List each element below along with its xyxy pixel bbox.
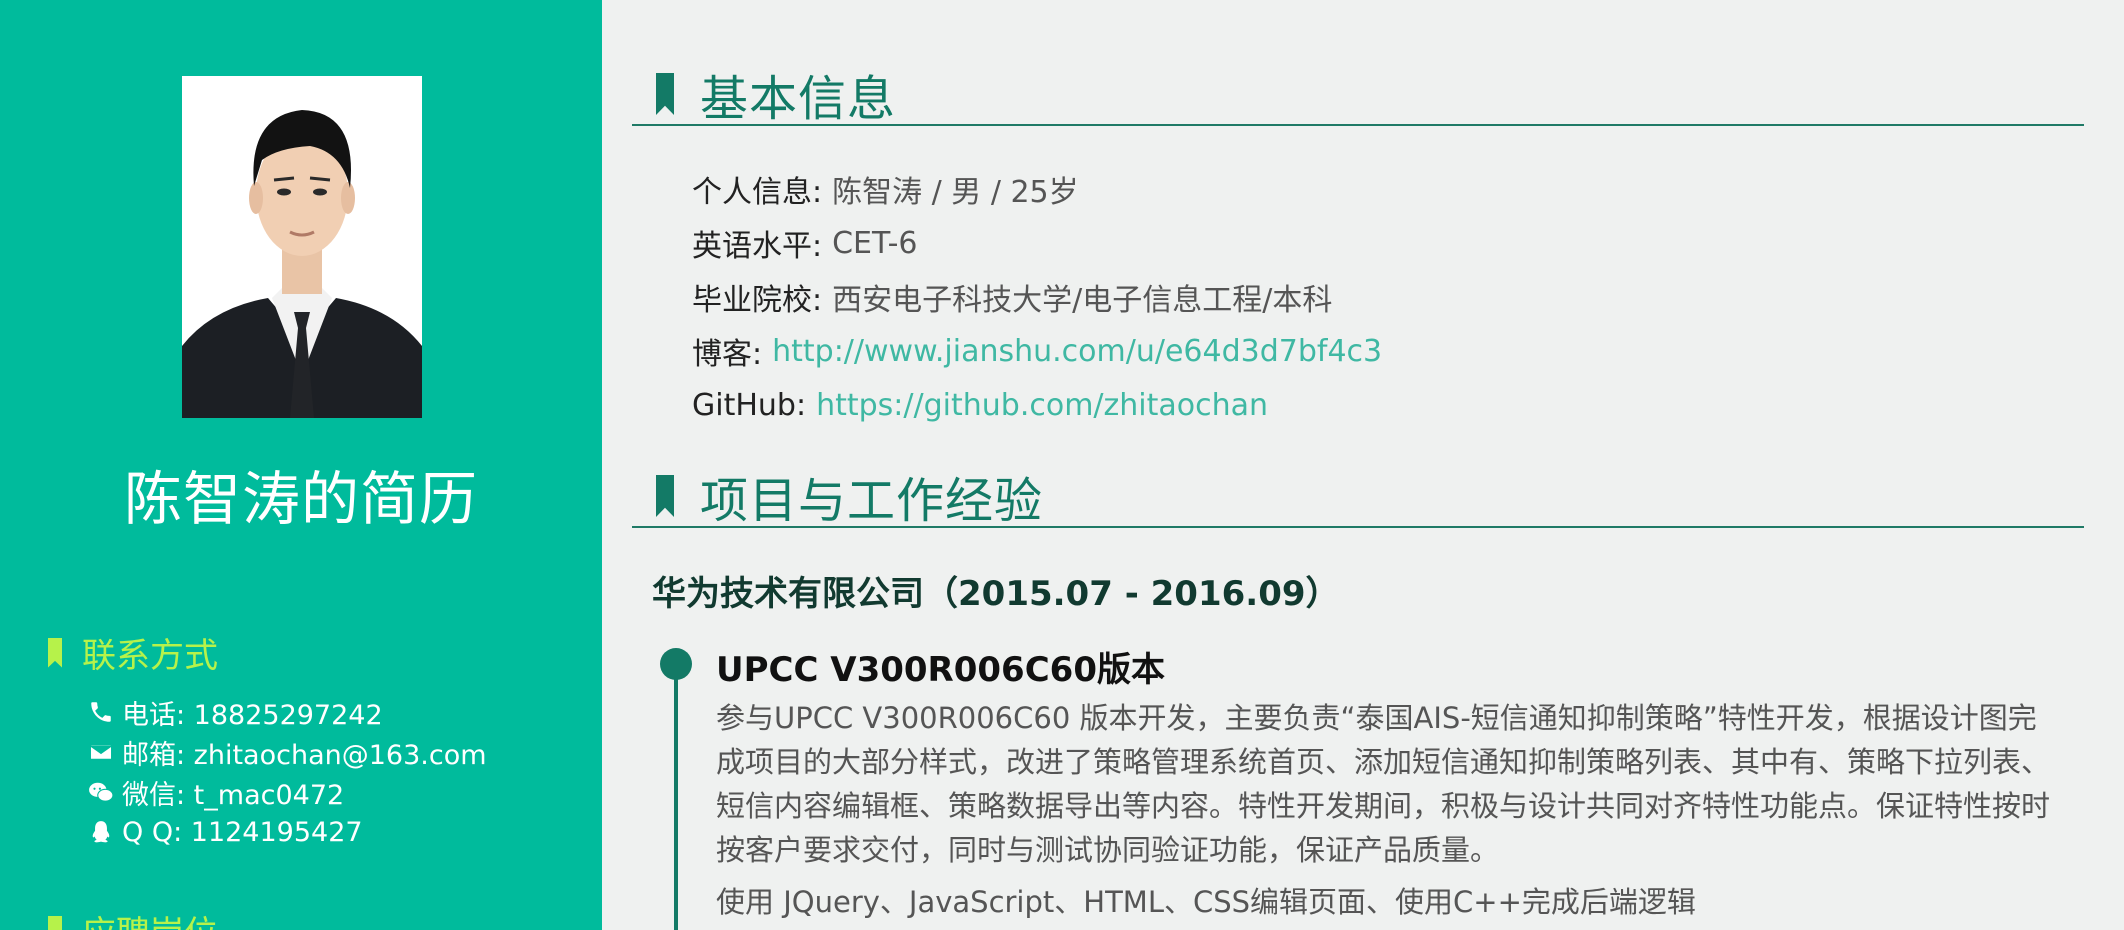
company-heading: 华为技术有限公司（2015.07 - 2016.09） bbox=[652, 574, 1340, 614]
timeline-dot bbox=[660, 648, 692, 680]
contact-wechat-text: 微信: t_mac0472 bbox=[122, 779, 345, 811]
resume-owner-name: 陈智涛的简历 bbox=[123, 465, 478, 533]
info-row-blog: 博客: http://www.jianshu.com/u/e64d3d7bf4c… bbox=[692, 324, 1382, 378]
bookmark-icon bbox=[656, 475, 674, 517]
info-row-english: 英语水平: CET-6 bbox=[692, 216, 1382, 270]
contact-phone-text: 电话: 18825297242 bbox=[122, 699, 383, 731]
info-row-school: 毕业院校: 西安电子科技大学/电子信息工程/本科 bbox=[692, 270, 1382, 324]
contact-qq-text: Q Q: 1124195427 bbox=[122, 816, 363, 848]
profile-photo bbox=[182, 76, 422, 418]
info-label: 博客: bbox=[692, 337, 763, 372]
main-content: 基本信息 个人信息: 陈智涛 / 男 / 25岁 英语水平: CET-6 毕业院… bbox=[602, 0, 2124, 930]
project-tech-stack: 使用 JQuery、JavaScript、HTML、CSS编辑页面、使用C++完… bbox=[716, 885, 1696, 919]
info-row-github: GitHub: https://github.com/zhitaochan bbox=[692, 378, 1382, 432]
project-title: UPCC V300R006C60版本 bbox=[716, 650, 1165, 690]
info-row-personal: 个人信息: 陈智涛 / 男 / 25岁 bbox=[692, 162, 1382, 216]
envelope-icon bbox=[86, 738, 116, 766]
experience-section-title: 项目与工作经验 bbox=[632, 466, 2084, 529]
contact-phone: 电话: 18825297242 bbox=[86, 692, 487, 732]
bookmark-icon bbox=[656, 73, 674, 115]
info-label: 英语水平: bbox=[692, 229, 823, 264]
basic-info-list: 个人信息: 陈智涛 / 男 / 25岁 英语水平: CET-6 毕业院校: 西安… bbox=[692, 162, 1382, 432]
wechat-icon bbox=[86, 778, 116, 806]
info-label: 个人信息: bbox=[692, 175, 823, 210]
blog-link[interactable]: http://www.jianshu.com/u/e64d3d7bf4c3 bbox=[772, 334, 1382, 369]
sidebar: 陈智涛的简历 联系方式 电话: 18825297242 邮箱: zhitaoch… bbox=[0, 0, 602, 930]
info-value: 西安电子科技大学/电子信息工程/本科 bbox=[832, 283, 1333, 318]
position-heading-label: 应聘岗位 bbox=[82, 906, 218, 930]
contact-heading: 联系方式 bbox=[48, 628, 218, 677]
experience-title: 项目与工作经验 bbox=[700, 473, 1044, 529]
contact-qq: Q Q: 1124195427 bbox=[86, 812, 487, 852]
info-label: 毕业院校: bbox=[692, 283, 823, 318]
contact-email: 邮箱: zhitaochan@163.com bbox=[86, 732, 487, 772]
bookmark-icon bbox=[48, 637, 62, 668]
info-value: CET-6 bbox=[832, 225, 918, 261]
bookmark-icon bbox=[48, 915, 62, 930]
position-heading: 应聘岗位 bbox=[48, 906, 218, 930]
contact-email-text: 邮箱: zhitaochan@163.com bbox=[122, 739, 487, 771]
github-link[interactable]: https://github.com/zhitaochan bbox=[816, 388, 1268, 423]
basic-info-title: 基本信息 bbox=[700, 71, 897, 127]
project-description: 参与UPCC V300R006C60 版本开发，主要负责“泰国AIS-短信通知抑… bbox=[716, 701, 2051, 867]
qq-penguin-icon bbox=[86, 818, 116, 846]
timeline-line bbox=[674, 660, 678, 930]
contact-list: 电话: 18825297242 邮箱: zhitaochan@163.com 微… bbox=[86, 692, 487, 852]
contact-heading-label: 联系方式 bbox=[82, 636, 218, 676]
contact-wechat: 微信: t_mac0472 bbox=[86, 772, 487, 812]
info-value: 陈智涛 / 男 / 25岁 bbox=[832, 175, 1079, 210]
info-label: GitHub: bbox=[692, 387, 807, 423]
basic-info-section-title: 基本信息 bbox=[632, 64, 2084, 127]
phone-icon bbox=[86, 698, 116, 726]
